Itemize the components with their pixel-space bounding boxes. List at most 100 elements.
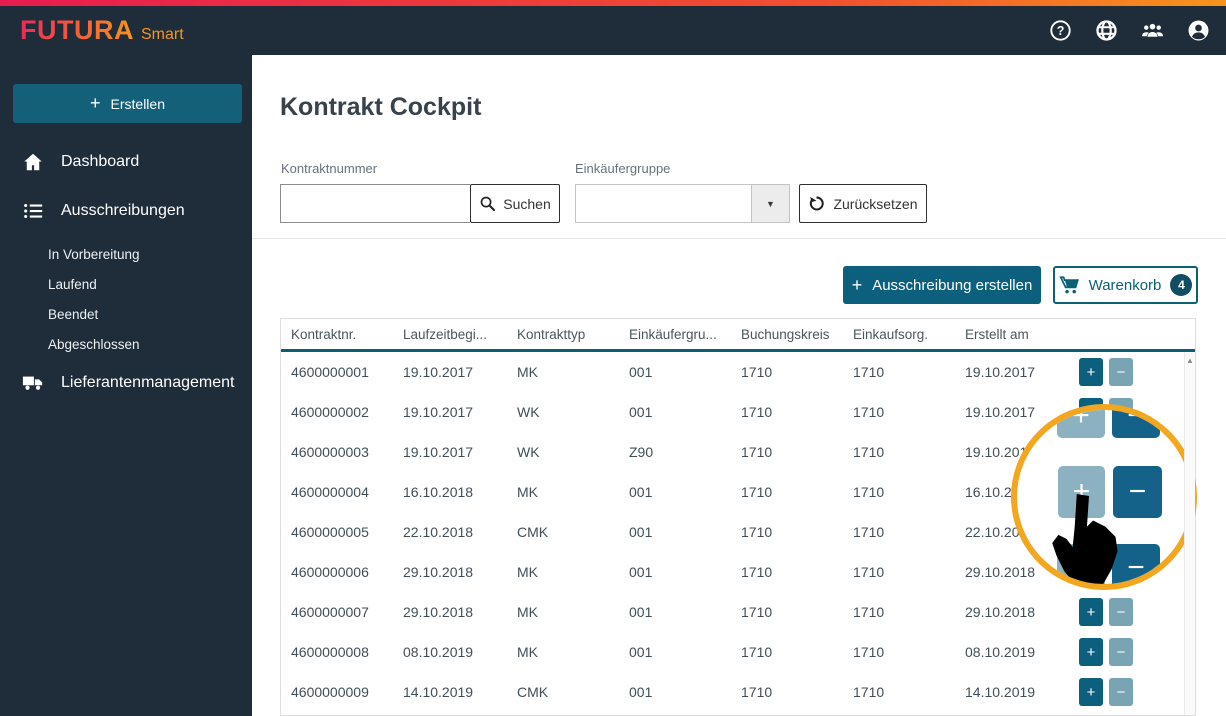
cell-kontraktnr: 4600000005 <box>291 524 403 540</box>
cell-kontrakttyp: MK <box>517 364 629 380</box>
home-icon <box>22 151 44 173</box>
table-scrollbar[interactable]: ▲ <box>1184 352 1195 715</box>
cell-erstellt-am: 19.10.2017 <box>965 364 1079 380</box>
row-remove-button[interactable]: − <box>1109 638 1133 666</box>
user-group-icon[interactable] <box>1141 19 1164 42</box>
zoom-highlight-circle: + − + − + − <box>1011 404 1197 590</box>
cell-einkaeufergruppe: 001 <box>629 604 741 620</box>
cell-einkaeufergruppe: 001 <box>629 524 741 540</box>
cell-kontraktnr: 4600000001 <box>291 364 403 380</box>
cell-kontrakttyp: CMK <box>517 684 629 700</box>
cell-laufzeitbeginn: 19.10.2017 <box>403 444 517 460</box>
cell-einkaeufergruppe: 001 <box>629 564 741 580</box>
cell-erstellt-am: 29.10.2018 <box>965 604 1079 620</box>
zuruecksetzen-button-label: Zurücksetzen <box>833 196 917 212</box>
cell-einkaeufergruppe: 001 <box>629 644 741 660</box>
cell-einkaufsorg: 1710 <box>853 404 965 420</box>
cell-laufzeitbeginn: 29.10.2018 <box>403 564 517 580</box>
row-actions: + − <box>1079 638 1133 666</box>
cell-einkaufsorg: 1710 <box>853 604 965 620</box>
cell-kontraktnr: 4600000002 <box>291 404 403 420</box>
create-button[interactable]: + Erstellen <box>13 84 242 123</box>
logo-primary: FUTURA <box>20 15 134 46</box>
plus-icon: + <box>90 93 101 114</box>
scroll-up-icon[interactable]: ▲ <box>1185 357 1195 365</box>
cell-kontraktnr: 4600000009 <box>291 684 403 700</box>
chevron-down-icon[interactable]: ▼ <box>751 185 789 222</box>
row-add-button[interactable]: + <box>1079 598 1103 626</box>
row-remove-button[interactable]: − <box>1109 598 1133 626</box>
cell-laufzeitbeginn: 19.10.2017 <box>403 404 517 420</box>
cell-kontraktnr: 4600000003 <box>291 444 403 460</box>
einkaeufergruppe-select[interactable]: ▼ <box>575 184 790 223</box>
cell-kontrakttyp: MK <box>517 484 629 500</box>
row-remove-button[interactable]: − <box>1109 358 1133 386</box>
einkaeufergruppe-selected-value <box>576 185 751 222</box>
cell-buchungskreis: 1710 <box>741 604 853 620</box>
sidebar-subitem-beendet[interactable]: Beendet <box>0 299 252 329</box>
cell-kontrakttyp: WK <box>517 444 629 460</box>
sidebar-item-lieferantenmanagement[interactable]: Lieferantenmanagement <box>0 369 252 397</box>
logo-secondary: Smart <box>141 26 184 44</box>
account-icon[interactable] <box>1187 19 1210 42</box>
column-header: Buchungskreis <box>741 327 853 342</box>
table-header: Kontraktnr. Laufzeitbegi... Kontrakttyp … <box>281 319 1195 352</box>
topbar: FUTURA Smart ? <box>0 6 1226 55</box>
cell-einkaeufergruppe: 001 <box>629 404 741 420</box>
column-header: Einkaufsorg. <box>853 327 965 342</box>
cell-einkaufsorg: 1710 <box>853 684 965 700</box>
cell-einkaufsorg: 1710 <box>853 644 965 660</box>
section-divider <box>252 238 1226 239</box>
help-icon[interactable]: ? <box>1049 19 1072 42</box>
sidebar-item-ausschreibungen[interactable]: Ausschreibungen <box>0 197 252 225</box>
row-add-button[interactable]: + <box>1079 678 1103 706</box>
cell-einkaeufergruppe: 001 <box>629 684 741 700</box>
cell-einkaufsorg: 1710 <box>853 444 965 460</box>
magnified-row-remove-button[interactable]: − <box>1112 404 1160 438</box>
kontraktnummer-input[interactable] <box>280 184 470 223</box>
zuruecksetzen-button[interactable]: Zurücksetzen <box>799 184 927 223</box>
search-icon <box>479 195 496 212</box>
plus-icon: + <box>852 275 863 296</box>
column-header: Kontrakttyp <box>517 327 629 342</box>
cell-buchungskreis: 1710 <box>741 644 853 660</box>
sidebar-subitem-in-vorbereitung[interactable]: In Vorbereitung <box>0 239 252 269</box>
cell-kontraktnr: 4600000004 <box>291 484 403 500</box>
sidebar-item-label: Dashboard <box>61 153 139 171</box>
cell-laufzeitbeginn: 29.10.2018 <box>403 604 517 620</box>
cell-kontrakttyp: MK <box>517 564 629 580</box>
sidebar-nav: Dashboard Ausschreibungen In Vorbereitun… <box>0 148 252 397</box>
row-add-button[interactable]: + <box>1079 638 1103 666</box>
suchen-button[interactable]: Suchen <box>470 184 560 223</box>
row-remove-button[interactable]: − <box>1109 678 1133 706</box>
ausschreibung-erstellen-label: Ausschreibung erstellen <box>872 277 1032 294</box>
cursor-hand-icon <box>1047 494 1131 590</box>
cell-einkaufsorg: 1710 <box>853 524 965 540</box>
language-globe-icon[interactable] <box>1095 19 1118 42</box>
cell-laufzeitbeginn: 16.10.2018 <box>403 484 517 500</box>
cell-kontrakttyp: CMK <box>517 524 629 540</box>
sidebar-sublist: In Vorbereitung Laufend Beendet Abgeschl… <box>0 239 252 359</box>
magnified-row-add-button[interactable]: + <box>1057 404 1105 438</box>
sidebar-subitem-laufend[interactable]: Laufend <box>0 269 252 299</box>
create-button-label: Erstellen <box>111 96 165 112</box>
warenkorb-button[interactable]: Warenkorb 4 <box>1053 266 1198 304</box>
table-row: 4600000009 14.10.2019 CMK 001 1710 1710 … <box>281 672 1195 712</box>
ausschreibung-erstellen-button[interactable]: + Ausschreibung erstellen <box>843 266 1041 304</box>
cell-einkaufsorg: 1710 <box>853 564 965 580</box>
sidebar-subitem-abgeschlossen[interactable]: Abgeschlossen <box>0 329 252 359</box>
column-header: Einkäufergru... <box>629 327 741 342</box>
cart-icon <box>1059 275 1080 295</box>
row-add-button[interactable]: + <box>1079 358 1103 386</box>
kontraktnummer-label: Kontraktnummer <box>281 161 377 176</box>
row-actions: + − <box>1079 678 1133 706</box>
cell-buchungskreis: 1710 <box>741 524 853 540</box>
cell-einkaufsorg: 1710 <box>853 484 965 500</box>
column-header: Erstellt am <box>965 327 1079 342</box>
cell-kontraktnr: 4600000006 <box>291 564 403 580</box>
reset-icon <box>808 195 825 212</box>
cell-einkaeufergruppe: 001 <box>629 484 741 500</box>
cell-kontrakttyp: MK <box>517 644 629 660</box>
sidebar-item-dashboard[interactable]: Dashboard <box>0 148 252 176</box>
column-header: Kontraktnr. <box>291 327 403 342</box>
